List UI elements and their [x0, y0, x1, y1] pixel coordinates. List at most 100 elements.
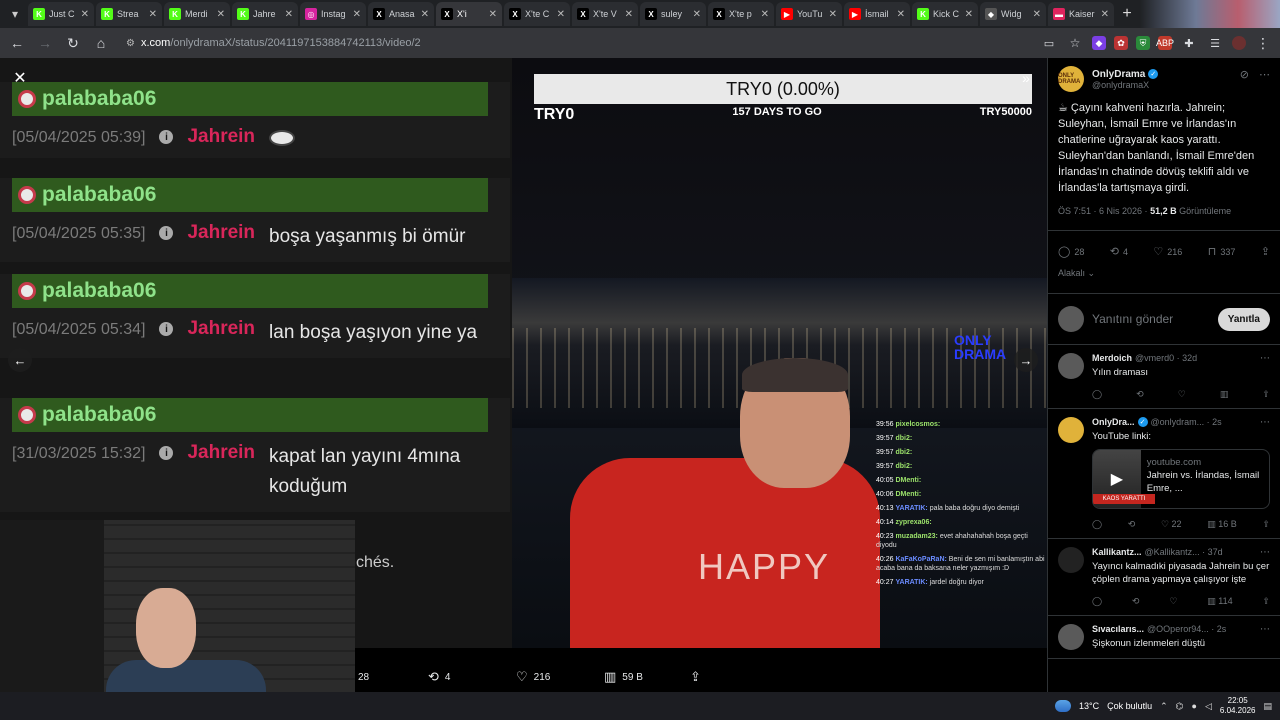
- author-name[interactable]: OnlyDrama ✓: [1092, 69, 1159, 80]
- views-button[interactable]: ▥ 114: [1207, 596, 1232, 607]
- home-icon[interactable]: ⌂: [92, 34, 110, 52]
- browser-tab[interactable]: ◎ Instag ✕: [300, 2, 366, 26]
- clock[interactable]: 22:05 6.04.2026: [1220, 696, 1256, 716]
- adblock-icon[interactable]: ABP: [1156, 36, 1174, 50]
- more-options-icon[interactable]: ⋯: [1260, 624, 1270, 635]
- reply-handle[interactable]: @onlydram... · 2s: [1151, 417, 1222, 427]
- share-icon[interactable]: ⇪: [1262, 389, 1270, 400]
- reply-item[interactable]: Kallikantz... @Kallikantz... · 37d Yayıncı…: [1048, 539, 1280, 616]
- more-options-icon[interactable]: ⋯: [1260, 417, 1270, 428]
- cast-icon[interactable]: ▭: [1040, 34, 1058, 52]
- browser-tab[interactable]: K Kick C ✕: [912, 2, 978, 26]
- close-icon[interactable]: ✕: [10, 68, 30, 88]
- like-button[interactable]: ♡ 216: [1153, 245, 1182, 258]
- views-button[interactable]: ▥ 16 B: [1207, 519, 1237, 530]
- site-info-icon[interactable]: ⚙: [126, 38, 135, 49]
- video-player[interactable]: palababa06 [05/04/2025 05:39] i Jahrein pala…: [0, 58, 1047, 692]
- reload-icon[interactable]: ↻: [64, 34, 82, 52]
- tab-close-icon[interactable]: ✕: [1033, 9, 1041, 20]
- forward-arrow-icon[interactable]: →: [36, 34, 54, 52]
- comment-icon[interactable]: ◯: [1092, 389, 1102, 400]
- repost-button[interactable]: ⟲ 4: [1110, 245, 1128, 258]
- tab-close-icon[interactable]: ✕: [353, 9, 361, 20]
- tab-close-icon[interactable]: ✕: [557, 9, 565, 20]
- browser-tab[interactable]: ◆ Widg ✕: [980, 2, 1046, 26]
- profile-avatar[interactable]: [1232, 36, 1246, 50]
- reply-author[interactable]: Merdoich: [1092, 353, 1132, 363]
- tab-close-icon[interactable]: ✕: [217, 9, 225, 20]
- next-media-arrow-icon[interactable]: →: [1014, 348, 1038, 372]
- tab-close-icon[interactable]: ✕: [761, 9, 769, 20]
- bookmark-button[interactable]: ⊓ 337: [1208, 245, 1236, 258]
- browser-tab[interactable]: X X'i ✕: [436, 2, 502, 26]
- comment-icon[interactable]: ◯: [1092, 519, 1102, 530]
- back-arrow-icon[interactable]: ←: [8, 34, 26, 52]
- new-tab-button[interactable]: +: [1116, 3, 1138, 25]
- more-options-icon[interactable]: ⋯: [1259, 68, 1270, 81]
- weather-text[interactable]: Çok bulutlu: [1107, 701, 1152, 711]
- tab-close-icon[interactable]: ✕: [965, 9, 973, 20]
- temperature[interactable]: 13°C: [1079, 701, 1099, 711]
- more-options-icon[interactable]: ⋯: [1260, 353, 1270, 364]
- notification-icon[interactable]: ▤: [1263, 701, 1272, 712]
- reply-item[interactable]: Merdoich @vmerd0 · 32d Yılın draması ◯ ⟲ ♡ ▥ …: [1048, 345, 1280, 409]
- reply-handle[interactable]: @Kallikantz... · 37d: [1145, 547, 1223, 557]
- like-button[interactable]: ♡: [1178, 389, 1186, 400]
- media-repost-button[interactable]: ⟲ 4: [428, 669, 450, 685]
- browser-tab[interactable]: X X'te p ✕: [708, 2, 774, 26]
- previous-media-arrow-icon[interactable]: ←: [8, 348, 32, 372]
- reply-item[interactable]: OnlyDra... ✓ @onlydram... · 2s YouTube link…: [1048, 409, 1280, 539]
- more-options-icon[interactable]: ⋯: [1260, 547, 1270, 558]
- share-button[interactable]: ⇪: [1261, 245, 1270, 258]
- tab-close-icon[interactable]: ✕: [285, 9, 293, 20]
- reply-handle[interactable]: @OOperor94... · 2s: [1147, 624, 1226, 634]
- avatar[interactable]: [1058, 547, 1084, 573]
- browser-tab[interactable]: X X'te V ✕: [572, 2, 638, 26]
- reading-list-icon[interactable]: ☰: [1206, 34, 1224, 52]
- avatar[interactable]: ONLY DRAMA: [1058, 66, 1084, 92]
- author-handle[interactable]: @onlydramaX: [1092, 80, 1158, 90]
- like-button[interactable]: ♡: [1169, 596, 1177, 607]
- extensions-puzzle-icon[interactable]: ✚: [1180, 34, 1198, 52]
- repost-icon[interactable]: ⟲: [1132, 596, 1140, 607]
- link-card[interactable]: ▶ KAOS YARATTI youtube.com Jahrein vs. İrla…: [1092, 449, 1270, 509]
- tab-close-icon[interactable]: ✕: [625, 9, 633, 20]
- repost-icon[interactable]: ⟲: [1136, 389, 1144, 400]
- browser-tab[interactable]: K Just C ✕: [28, 2, 94, 26]
- extension-icon[interactable]: ◆: [1092, 36, 1106, 50]
- menu-kebab-icon[interactable]: ⋮: [1254, 34, 1272, 52]
- reply-author[interactable]: Sıvacılarıs...: [1092, 624, 1144, 634]
- reply-submit-button[interactable]: Yanıtla: [1217, 307, 1270, 331]
- tab-close-icon[interactable]: ✕: [149, 9, 157, 20]
- media-like-button[interactable]: ♡ 216: [516, 669, 550, 685]
- tab-close-icon[interactable]: ✕: [421, 9, 429, 20]
- comment-icon[interactable]: ◯: [1092, 596, 1102, 607]
- address-bar[interactable]: ⚙ x.com/onlydramaX/status/20411971538847…: [120, 32, 421, 54]
- views-button[interactable]: ▥: [1220, 389, 1229, 400]
- tray-chevron-icon[interactable]: ⌃: [1160, 701, 1168, 712]
- weather-icon[interactable]: [1054, 700, 1071, 712]
- speaker-icon[interactable]: ◁: [1205, 701, 1212, 712]
- expand-sidebar-icon[interactable]: »: [1016, 68, 1036, 88]
- extension-icon[interactable]: ✿: [1114, 36, 1128, 50]
- tab-close-icon[interactable]: ✕: [1101, 9, 1109, 20]
- extension-shield-icon[interactable]: ⛨: [1136, 36, 1150, 50]
- tab-search-icon[interactable]: ▾: [4, 3, 26, 25]
- reply-item[interactable]: Sıvacılarıs... @OOperor94... · 2s Şişkonun…: [1048, 616, 1280, 659]
- browser-tab[interactable]: K Jahre ✕: [232, 2, 298, 26]
- reply-author[interactable]: Kallikantz...: [1092, 547, 1142, 557]
- microphone-icon[interactable]: ●: [1192, 701, 1197, 711]
- tab-close-icon[interactable]: ✕: [693, 9, 701, 20]
- browser-tab[interactable]: X X'te C ✕: [504, 2, 570, 26]
- tab-close-icon[interactable]: ✕: [829, 9, 837, 20]
- repost-icon[interactable]: ⟲: [1128, 519, 1136, 530]
- browser-tab[interactable]: K Merdi ✕: [164, 2, 230, 26]
- bookmark-star-icon[interactable]: ☆: [1066, 34, 1084, 52]
- tab-close-icon[interactable]: ✕: [897, 9, 905, 20]
- like-button[interactable]: ♡ 22: [1161, 519, 1182, 530]
- share-icon[interactable]: ⇪: [1262, 519, 1270, 530]
- browser-tab[interactable]: ▬ Kaiser ✕: [1048, 2, 1114, 26]
- media-views[interactable]: ▥ 59 B: [604, 669, 643, 685]
- share-icon[interactable]: ⇪: [1262, 596, 1270, 607]
- browser-tab[interactable]: Xsuley ✕: [640, 2, 706, 26]
